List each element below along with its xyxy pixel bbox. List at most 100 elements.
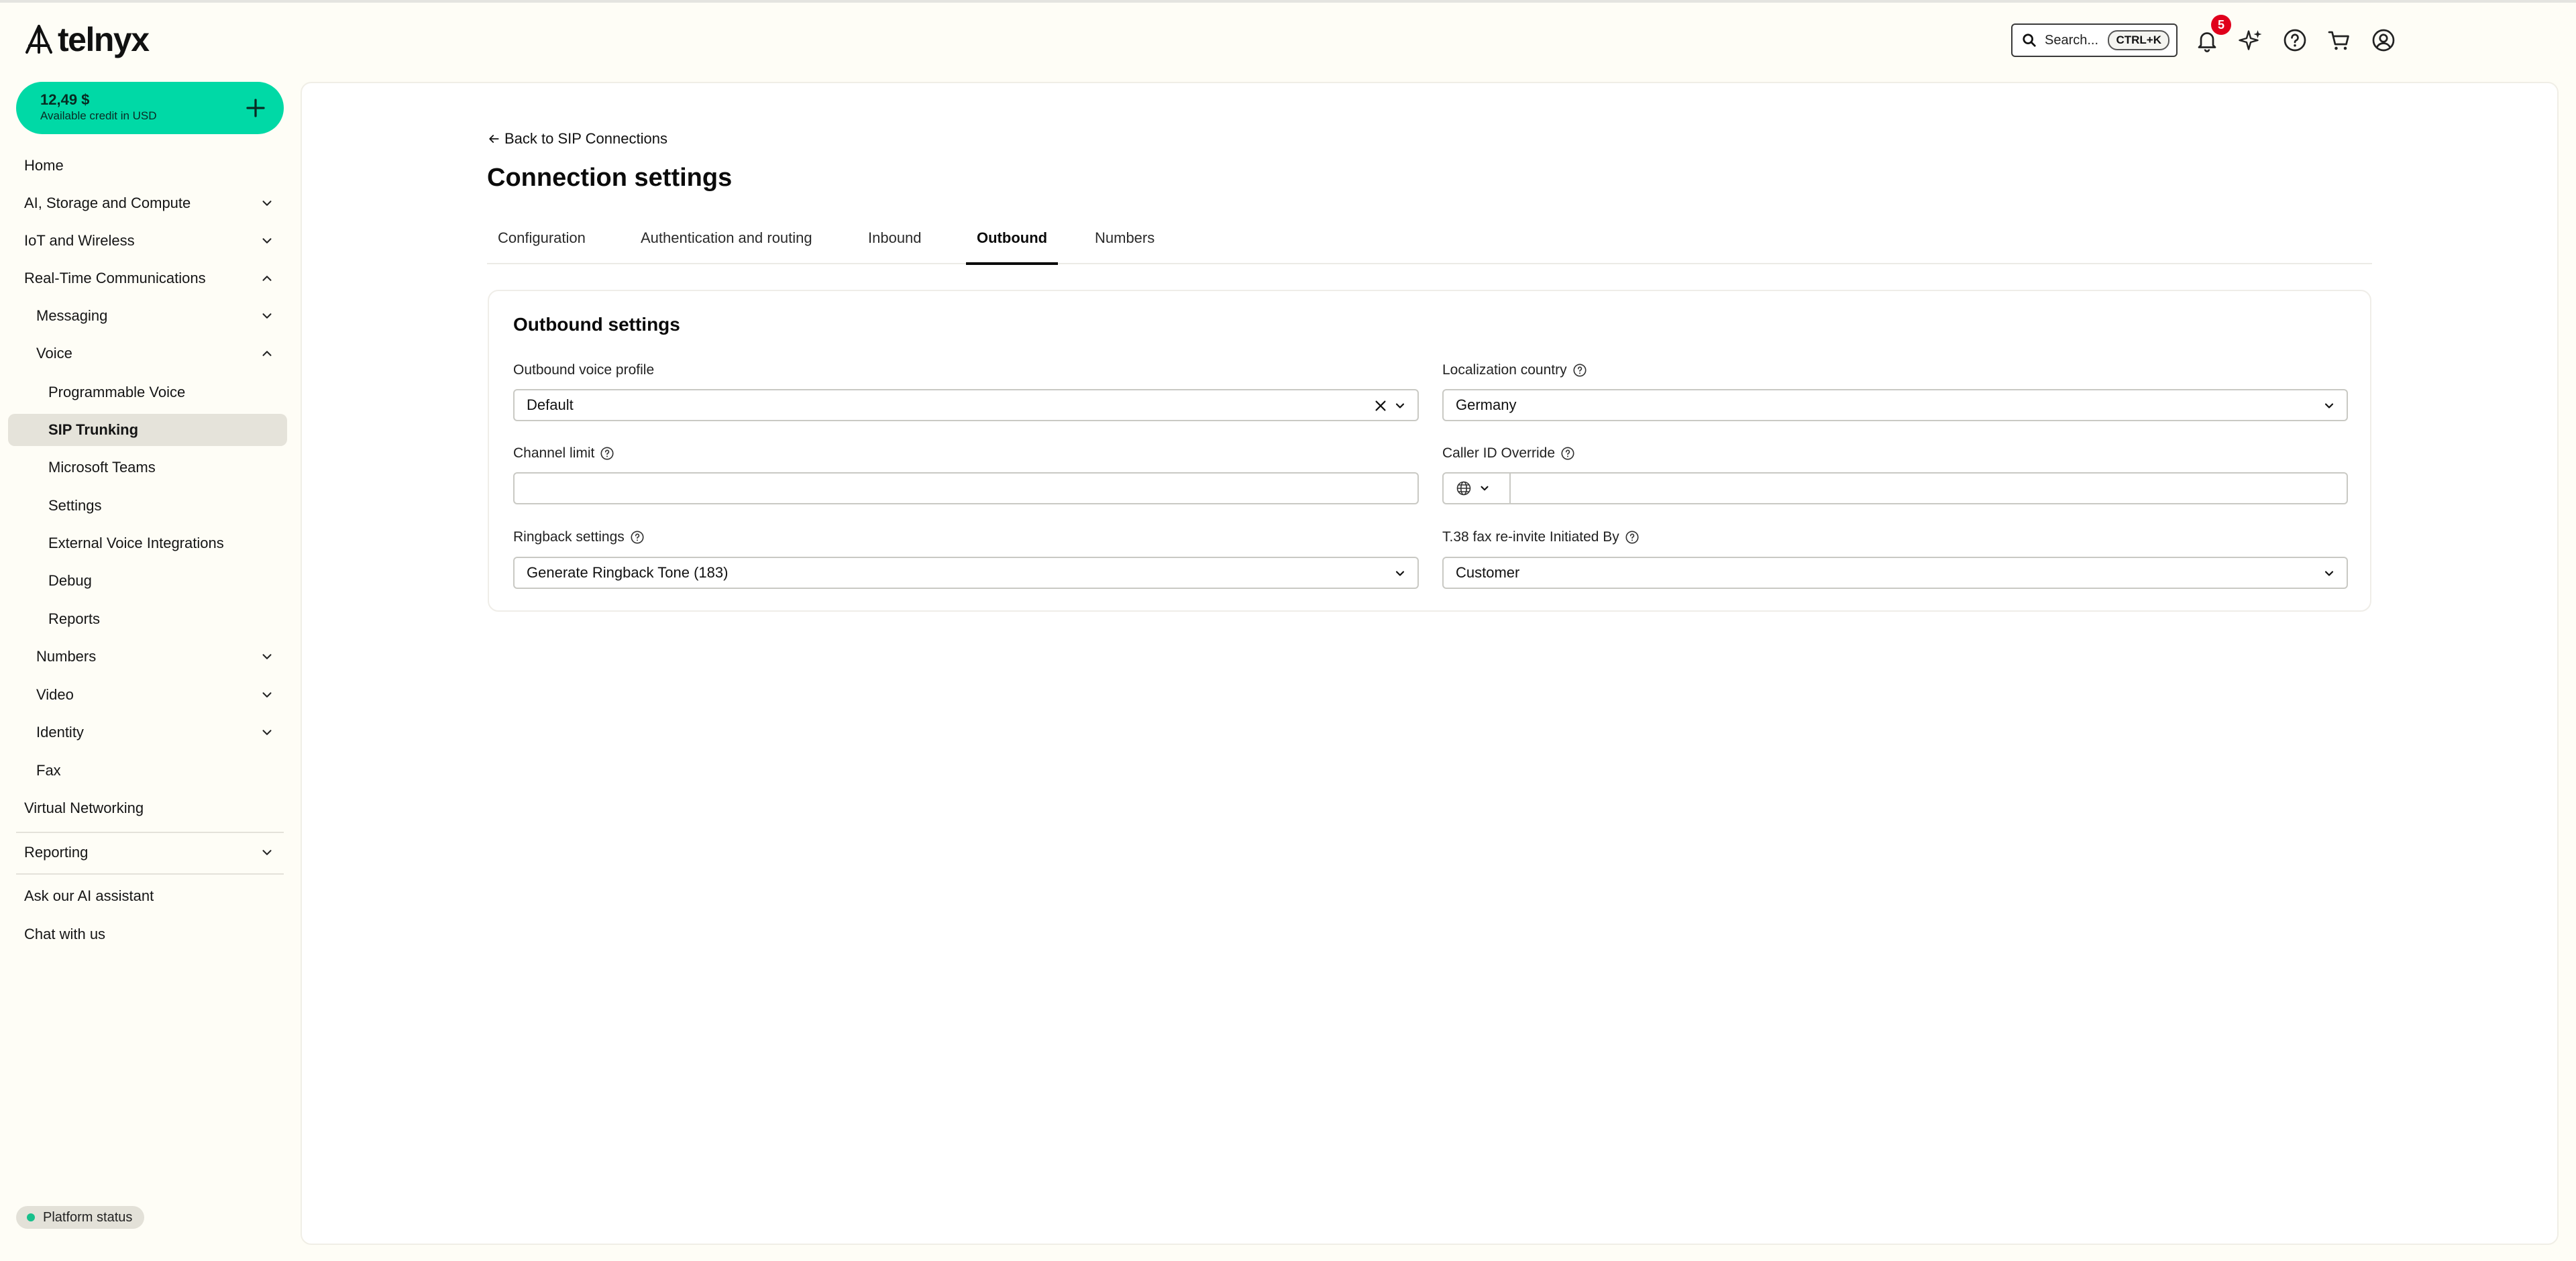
ringback-settings-select[interactable]: Generate Ringback Tone (183): [513, 557, 1419, 589]
sidebar-divider: [16, 832, 284, 833]
chevron-down-icon: [2324, 403, 2334, 408]
chevron-down-icon: [1481, 486, 1489, 491]
sidebar-item-messaging[interactable]: Messaging: [36, 299, 284, 333]
outbound-voice-profile-select[interactable]: Default: [513, 389, 1419, 421]
sidebar-item-ask-ai-assistant[interactable]: Ask our AI assistant: [24, 879, 284, 913]
tab-outbound[interactable]: Outbound: [966, 225, 1059, 265]
credit-card[interactable]: 12,49 $ Available credit in USD: [16, 82, 284, 134]
t38-fax-label: T.38 fax re-invite Initiated By: [1442, 529, 1640, 545]
sidebar-item-label: Programmable Voice: [48, 384, 186, 400]
sidebar-item-sip-trunking[interactable]: SIP Trunking: [8, 414, 287, 446]
help-icon[interactable]: [1625, 530, 1640, 545]
ringback-settings-label: Ringback settings: [513, 529, 645, 545]
top-border: [0, 0, 2576, 3]
sidebar-item-debug[interactable]: Debug: [48, 564, 284, 598]
sidebar-item-label: Voice: [36, 345, 72, 362]
sidebar-item-chat-with-us[interactable]: Chat with us: [24, 918, 284, 951]
chevron-down-icon: [262, 201, 272, 206]
search-icon: [2023, 34, 2036, 47]
sidebar-item-virtual-networking[interactable]: Virtual Networking: [24, 791, 284, 825]
sidebar-item-external-voice-integrations[interactable]: External Voice Integrations: [48, 527, 284, 560]
tab-label: Outbound: [977, 229, 1048, 246]
sidebar-item-label: Microsoft Teams: [48, 459, 156, 476]
sidebar-item-reports[interactable]: Reports: [48, 602, 284, 636]
sidebar-item-programmable-voice[interactable]: Programmable Voice: [48, 376, 284, 409]
channel-limit-input[interactable]: [513, 472, 1419, 504]
chevron-down-icon: [262, 238, 272, 243]
caller-id-override-label: Caller ID Override: [1442, 445, 1575, 461]
t38-fax-select[interactable]: Customer: [1442, 557, 2348, 589]
sidebar-item-label: Numbers: [36, 648, 97, 665]
sidebar-item-home[interactable]: Home: [24, 149, 284, 182]
sidebar-item-identity[interactable]: Identity: [36, 716, 284, 749]
search-placeholder: Search...: [2045, 32, 2099, 48]
sidebar-item-iot-wireless[interactable]: IoT and Wireless: [24, 224, 284, 258]
arrow-left-icon: [489, 135, 499, 143]
sidebar-item-label: Virtual Networking: [24, 800, 144, 816]
sidebar-item-label: Settings: [48, 497, 102, 514]
tab-numbers[interactable]: Numbers: [1084, 225, 1165, 264]
sidebar-item-settings[interactable]: Settings: [48, 489, 284, 523]
help-icon[interactable]: [1560, 446, 1575, 461]
help-button[interactable]: [2280, 25, 2310, 55]
chevron-down-icon: [262, 730, 272, 735]
country-code-selector[interactable]: [1444, 474, 1511, 503]
search-shortcut: CTRL+K: [2108, 30, 2169, 50]
field-label-text: Channel limit: [513, 445, 595, 461]
help-icon: [2284, 29, 2306, 52]
ai-assistant-button[interactable]: [2236, 25, 2265, 55]
back-link-label: Back to SIP Connections: [504, 130, 667, 147]
platform-status-label: Platform status: [43, 1209, 133, 1225]
sidebar-item-label: Ask our AI assistant: [24, 887, 154, 904]
ringback-settings-value: Generate Ringback Tone (183): [527, 564, 729, 581]
sidebar-item-fax[interactable]: Fax: [36, 754, 284, 787]
logo-text: telnyx: [58, 21, 150, 58]
sidebar-item-label: AI, Storage and Compute: [24, 195, 191, 211]
help-icon[interactable]: [630, 530, 645, 545]
sidebar-item-real-time-communications[interactable]: Real-Time Communications: [24, 262, 284, 295]
tab-configuration[interactable]: Configuration: [487, 225, 596, 264]
help-icon[interactable]: [1572, 363, 1587, 378]
user-icon: [2372, 29, 2395, 52]
status-dot-icon: [27, 1213, 35, 1221]
cart-button[interactable]: [2324, 25, 2354, 55]
help-icon[interactable]: [600, 446, 614, 461]
platform-status-button[interactable]: Platform status: [16, 1206, 145, 1229]
search-input[interactable]: Search... CTRL+K: [2011, 23, 2178, 57]
sidebar-item-video[interactable]: Video: [36, 678, 284, 712]
close-icon[interactable]: [1373, 398, 1388, 413]
sidebar-item-label: Home: [24, 157, 64, 174]
sidebar-item-microsoft-teams[interactable]: Microsoft Teams: [48, 451, 284, 484]
credit-amount: 12,49 $: [40, 91, 90, 108]
sidebar-item-voice[interactable]: Voice: [36, 337, 284, 370]
tab-bar: Configuration Authentication and routing…: [487, 225, 2372, 265]
outbound-voice-profile-value: Default: [527, 396, 574, 413]
sidebar-item-label: Chat with us: [24, 926, 106, 942]
localization-country-label: Localization country: [1442, 362, 1587, 378]
sidebar-item-label: Messaging: [36, 307, 108, 324]
sidebar-item-reporting[interactable]: Reporting: [24, 836, 284, 869]
sidebar-item-numbers[interactable]: Numbers: [36, 640, 284, 673]
sidebar-item-label: Real-Time Communications: [24, 270, 206, 286]
sidebar-item-ai-storage-compute[interactable]: AI, Storage and Compute: [24, 186, 284, 220]
field-label-text: Ringback settings: [513, 529, 625, 545]
tab-authentication-and-routing[interactable]: Authentication and routing: [630, 225, 823, 264]
localization-country-select[interactable]: Germany: [1442, 389, 2348, 421]
credit-label: Available credit in USD: [40, 109, 157, 122]
globe-icon: [1456, 481, 1471, 496]
back-to-sip-connections-link[interactable]: Back to SIP Connections: [487, 130, 667, 148]
chevron-down-icon: [1395, 571, 1405, 576]
chevron-down-icon: [262, 654, 272, 659]
chevron-down-icon: [262, 692, 272, 698]
field-label-text: T.38 fax re-invite Initiated By: [1442, 529, 1619, 545]
chevron-down-icon: [262, 313, 272, 319]
sidebar-item-label: Debug: [48, 572, 92, 589]
sidebar-divider: [16, 873, 284, 875]
tab-label: Inbound: [868, 229, 922, 246]
caller-id-override-input[interactable]: [1442, 472, 2348, 504]
telnyx-logo[interactable]: telnyx: [24, 21, 150, 58]
add-credit-button[interactable]: [241, 93, 270, 123]
tab-inbound[interactable]: Inbound: [857, 225, 932, 264]
t38-fax-value: Customer: [1456, 564, 1520, 581]
user-menu-button[interactable]: [2369, 25, 2398, 55]
